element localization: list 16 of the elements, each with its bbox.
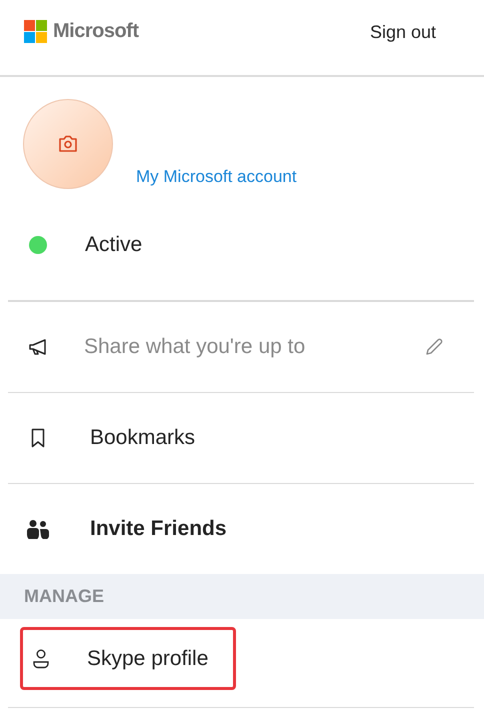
bookmark-icon <box>31 428 45 448</box>
person-icon <box>33 648 49 668</box>
menu-item[interactable]: Bookmarks <box>90 426 196 450</box>
microsoft-logo-icon <box>24 20 47 43</box>
menu-item[interactable]: Skype profile <box>20 627 236 690</box>
status-message-field[interactable]: Share what you're up to <box>84 335 424 359</box>
status-label[interactable]: Active <box>85 232 142 256</box>
people-icon <box>27 519 49 539</box>
camera-icon <box>58 135 78 153</box>
sign-out-link[interactable]: Sign out <box>370 22 436 43</box>
section-heading: MANAGE <box>24 586 104 607</box>
pencil-icon[interactable] <box>424 337 444 357</box>
logo-text: Microsoft <box>53 20 138 43</box>
account-link[interactable]: My Microsoft account <box>136 167 297 187</box>
megaphone-icon <box>28 338 48 356</box>
menu-item[interactable]: Invite Friends <box>90 517 227 541</box>
